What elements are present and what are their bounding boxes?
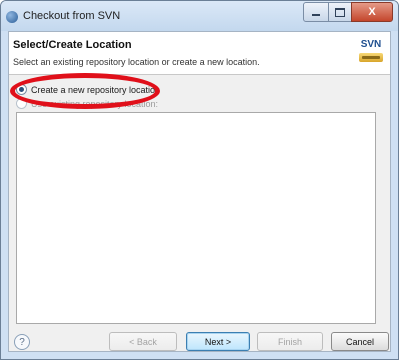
option-create-new-label: Create a new repository location: [31, 84, 161, 95]
minimize-icon: [312, 14, 320, 16]
minimize-button[interactable]: [303, 2, 329, 22]
maximize-button[interactable]: [328, 2, 352, 22]
svn-logo-text: SVN: [360, 39, 382, 50]
svn-logo-bar: [359, 53, 383, 62]
radio-create-new[interactable]: [16, 84, 27, 95]
dialog-window: Checkout from SVN X Select/Create Locati…: [0, 0, 399, 360]
page-title: Select/Create Location: [13, 39, 132, 51]
title-bar[interactable]: Checkout from SVN X: [1, 1, 398, 31]
wizard-body: Select/Create Location Select an existin…: [8, 31, 391, 352]
option-use-existing-label: Use existing repository location:: [31, 98, 159, 109]
repository-location-list[interactable]: [16, 112, 376, 324]
help-button[interactable]: ?: [14, 334, 30, 350]
cancel-button[interactable]: Cancel: [331, 332, 389, 351]
finish-button[interactable]: Finish: [257, 332, 323, 351]
help-icon: ?: [19, 336, 25, 348]
option-create-new[interactable]: Create a new repository location: [16, 84, 160, 95]
back-button[interactable]: < Back: [109, 332, 177, 351]
window-title: Checkout from SVN: [23, 10, 121, 22]
radio-use-existing[interactable]: [16, 98, 27, 109]
svn-logo-icon: SVN: [358, 39, 384, 63]
window-controls: X: [303, 2, 393, 22]
wizard-header: Select/Create Location Select an existin…: [9, 32, 390, 75]
close-button[interactable]: X: [351, 2, 393, 22]
option-use-existing[interactable]: Use existing repository location:: [16, 98, 158, 109]
next-button[interactable]: Next >: [186, 332, 250, 351]
close-icon: X: [368, 6, 376, 18]
page-description: Select an existing repository location o…: [13, 57, 260, 67]
maximize-icon: [335, 7, 345, 17]
eclipse-app-icon: [6, 11, 18, 23]
